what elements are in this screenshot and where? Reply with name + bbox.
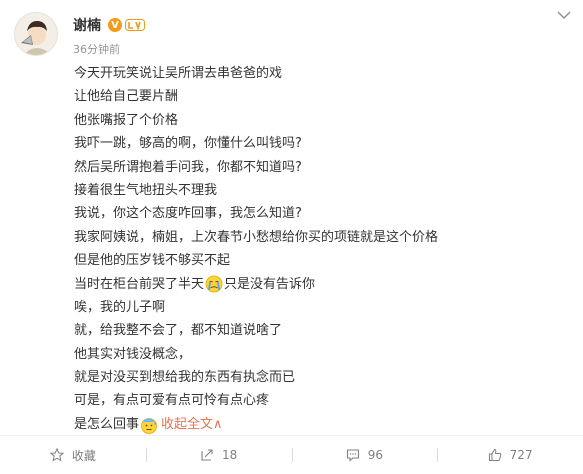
sweat-face-icon — [141, 417, 157, 434]
post-line: 接着很生气地扭头不理我 — [74, 182, 218, 198]
post-line: 然后吴所谓抱着手问我，你都不知道吗? — [74, 159, 302, 175]
post-line: 但是他的压岁钱不够买不起 — [74, 253, 231, 269]
action-bar: 收藏 18 96 727 — [0, 435, 583, 474]
post-line-with-emoji: 当时在柜台前哭了半天 只是没有告诉你 — [74, 273, 574, 296]
comment-count: 96 — [367, 448, 384, 462]
post-line: 让他给自己要片酬 — [74, 89, 179, 105]
favorite-label: 收藏 — [71, 448, 96, 463]
favorite-button[interactable]: 收藏 — [0, 436, 146, 474]
crying-face-icon — [205, 275, 223, 293]
post-line-text: 当时在柜台前哭了半天 — [74, 276, 205, 292]
comment-icon — [346, 449, 359, 462]
post-line: 我说，你这个态度咋回事，我怎么知道? — [74, 206, 302, 222]
post-line-text: 是怎么回事 — [74, 416, 140, 432]
post-line: 就是对没买到想给我的东西有执念而已 — [74, 370, 296, 386]
post-timestamp[interactable]: 36分钟前 — [73, 41, 120, 57]
post-line: 我吓一跳，够高的啊，你懂什么叫钱吗? — [74, 136, 302, 152]
post-line: 我家阿姨说，楠姐，上次春节小愁想给你买的项链就是这个价格 — [74, 229, 439, 245]
repost-button[interactable]: 18 — [145, 436, 292, 474]
chevron-down-icon[interactable] — [557, 10, 571, 20]
repost-count: 18 — [221, 448, 238, 462]
repost-icon — [201, 449, 213, 461]
like-count: 727 — [509, 448, 533, 462]
post-body: 今天开玩笑说让吴所谓去串爸爸的戏 让他给自己要片酬 他张嘴报了个价格 我吓一跳，… — [74, 62, 574, 436]
author-name[interactable]: 谢楠 — [73, 15, 101, 35]
star-icon — [49, 448, 64, 462]
collapse-label: 收起全文 — [161, 416, 214, 432]
avatar[interactable] — [14, 12, 58, 56]
author-row: 谢楠 V — [73, 15, 145, 35]
post-line: 今天开玩笑说让吴所谓去串爸爸的戏 — [74, 66, 283, 81]
level-badge-icon — [125, 19, 145, 31]
post-line: 可是，有点可爱有点可怜有点心疼 — [74, 393, 270, 409]
post-line-text: 只是没有告诉你 — [224, 276, 316, 292]
post-line: 就，给我整不会了，都不知道说啥了 — [74, 323, 283, 339]
post-line: 他张嘴报了个价格 — [74, 112, 179, 128]
comment-button[interactable]: 96 — [291, 436, 438, 474]
like-button[interactable]: 727 — [437, 436, 583, 474]
thumbs-up-icon — [488, 448, 501, 461]
post-line: 唉，我的儿子啊 — [74, 299, 166, 315]
post-line: 他其实对钱没概念， — [74, 346, 192, 362]
post-last-line: 是怎么回事 收起全文∧ — [74, 413, 574, 436]
verified-badge: V — [108, 18, 122, 32]
collapse-arrow-icon: ∧ — [213, 416, 223, 432]
weibo-post-card: 谢楠 V 36分钟前 今天开玩笑说让吴所谓去串爸爸的戏 让他给自己要片酬 他张嘴… — [0, 0, 583, 473]
collapse-text-link[interactable]: 收起全文∧ — [161, 413, 223, 436]
